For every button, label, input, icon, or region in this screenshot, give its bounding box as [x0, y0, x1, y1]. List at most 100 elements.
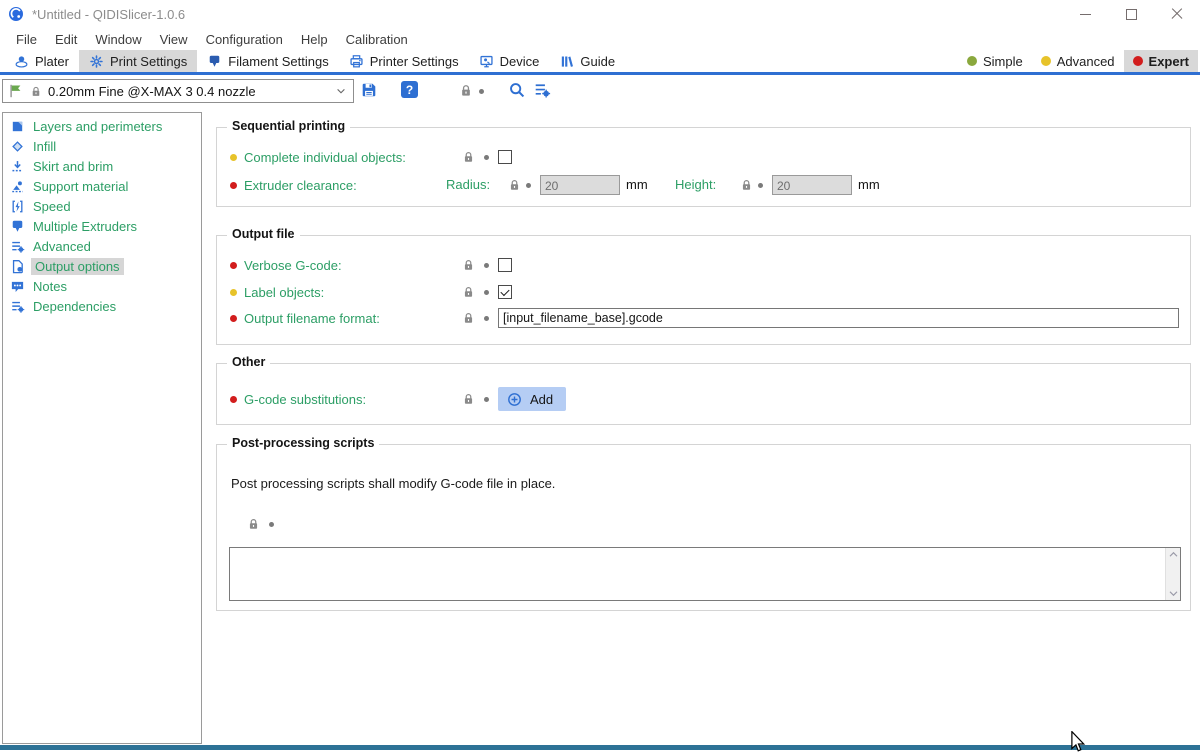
output-filename-format-input[interactable]	[498, 308, 1179, 328]
sidebar-item-dependencies[interactable]: Dependencies	[3, 296, 201, 316]
group-post-processing-scripts: Post-processing scripts Post processing …	[216, 444, 1191, 611]
tab-plater[interactable]: Plater	[4, 50, 79, 72]
sidebar-item-layers-and-perimeters[interactable]: Layers and perimeters	[3, 116, 201, 136]
menu-window[interactable]: Window	[86, 32, 150, 47]
option-dot-icon	[230, 262, 237, 269]
menu-help[interactable]: Help	[292, 32, 337, 47]
preset-combobox[interactable]: 0.20mm Fine @X-MAX 3 0.4 nozzle	[2, 79, 354, 103]
chevron-down-icon	[335, 85, 347, 97]
layers-icon	[10, 119, 25, 134]
option-row-complete-individual-objects: Complete individual objects:	[230, 146, 1179, 168]
flag-icon	[8, 83, 24, 99]
maximize-button[interactable]	[1108, 0, 1154, 28]
radius-unit: mm	[626, 177, 648, 192]
close-icon	[1171, 8, 1183, 20]
mode-advanced[interactable]: Advanced	[1032, 50, 1124, 72]
menu-bar: File Edit Window View Configuration Help…	[0, 28, 1200, 50]
add-substitution-button[interactable]: Add	[498, 387, 566, 411]
lock-icon	[462, 258, 475, 272]
lock-icon	[30, 85, 42, 98]
notes-icon	[10, 279, 25, 294]
doc-gear-icon	[10, 259, 25, 274]
menu-configuration[interactable]: Configuration	[197, 32, 292, 47]
dot-icon	[526, 183, 531, 188]
height-unit: mm	[858, 177, 880, 192]
expert-dot-icon	[1133, 56, 1143, 66]
plater-icon	[14, 54, 29, 69]
complete-individual-objects-checkbox[interactable]	[498, 150, 512, 164]
search-button[interactable]	[508, 81, 526, 99]
skirt-icon	[10, 159, 25, 174]
lock-icon	[508, 178, 521, 192]
section-title: Output file	[227, 227, 300, 241]
section-title: Sequential printing	[227, 119, 350, 133]
scroll-up-icon[interactable]	[1169, 551, 1178, 558]
maximize-icon	[1126, 9, 1137, 20]
tab-print-settings[interactable]: Print Settings	[79, 50, 197, 72]
lock-icon	[462, 311, 475, 325]
section-title: Other	[227, 355, 270, 369]
option-row-verbose-gcode: Verbose G-code:	[230, 254, 1179, 276]
guide-icon	[559, 54, 574, 69]
tab-device[interactable]: Device	[469, 50, 550, 72]
dot-icon	[484, 316, 489, 321]
title-bar: *Untitled - QIDISlicer-1.0.6	[0, 0, 1200, 28]
tab-bar: Plater Print Settings Filament Settings …	[0, 50, 1200, 75]
lock-icon	[459, 83, 473, 98]
settings-sidebar: Layers and perimeters Infill Skirt and b…	[2, 112, 202, 744]
window-bottom-edge	[0, 745, 1200, 750]
dot-icon	[484, 263, 489, 268]
help-button[interactable]: ?	[401, 81, 418, 98]
sidebar-item-advanced[interactable]: Advanced	[3, 236, 201, 256]
window-title: *Untitled - QIDISlicer-1.0.6	[32, 7, 185, 22]
sidebar-item-speed[interactable]: Speed	[3, 196, 201, 216]
extruder-icon	[10, 219, 25, 234]
scrollbar[interactable]	[1165, 548, 1180, 600]
preset-toolbar: 0.20mm Fine @X-MAX 3 0.4 nozzle ?	[0, 78, 1200, 104]
section-title: Post-processing scripts	[227, 436, 379, 450]
close-button[interactable]	[1154, 0, 1200, 28]
sidebar-item-skirt-and-brim[interactable]: Skirt and brim	[3, 156, 201, 176]
simple-dot-icon	[967, 56, 977, 66]
sidebar-item-support-material[interactable]: Support material	[3, 176, 201, 196]
sidebar-item-notes[interactable]: Notes	[3, 276, 201, 296]
group-other: Other G-code substitutions: Add	[216, 363, 1191, 425]
plus-circle-icon	[507, 392, 522, 407]
lock-icon	[462, 392, 475, 406]
scroll-down-icon[interactable]	[1169, 590, 1178, 597]
sidebar-item-infill[interactable]: Infill	[3, 136, 201, 156]
support-icon	[10, 179, 25, 194]
post-processing-scripts-textarea[interactable]	[229, 547, 1181, 601]
save-preset-button[interactable]	[360, 81, 378, 99]
option-dot-icon	[230, 315, 237, 322]
verbose-gcode-checkbox[interactable]	[498, 258, 512, 272]
dot-icon	[484, 397, 489, 402]
sidebar-item-output-options[interactable]: Output options	[3, 256, 201, 276]
post-processing-description: Post processing scripts shall modify G-c…	[231, 476, 555, 491]
sidebar-item-multiple-extruders[interactable]: Multiple Extruders	[3, 216, 201, 236]
tab-printer-settings[interactable]: Printer Settings	[339, 50, 469, 72]
height-input[interactable]	[772, 175, 852, 195]
minimize-button[interactable]	[1062, 0, 1108, 28]
option-row-gcode-substitutions: G-code substitutions: Add	[230, 387, 1179, 411]
minimize-icon	[1080, 14, 1091, 15]
dot-icon	[484, 290, 489, 295]
group-sequential-printing: Sequential printing Complete individual …	[216, 127, 1191, 207]
label-objects-checkbox[interactable]	[498, 285, 512, 299]
mode-simple[interactable]: Simple	[958, 50, 1032, 72]
lock-icon	[462, 150, 475, 164]
menu-view[interactable]: View	[151, 32, 197, 47]
printer-icon	[349, 54, 364, 69]
compare-settings-button[interactable]	[533, 81, 551, 99]
option-dot-icon	[230, 289, 237, 296]
radius-input[interactable]	[540, 175, 620, 195]
tab-guide[interactable]: Guide	[549, 50, 625, 72]
app-logo-icon	[8, 6, 24, 22]
post-processing-lock-row	[247, 517, 283, 531]
mode-expert[interactable]: Expert	[1124, 50, 1198, 72]
list-gear-icon	[10, 239, 25, 254]
menu-edit[interactable]: Edit	[46, 32, 86, 47]
menu-file[interactable]: File	[7, 32, 46, 47]
menu-calibration[interactable]: Calibration	[337, 32, 417, 47]
tab-filament-settings[interactable]: Filament Settings	[197, 50, 338, 72]
